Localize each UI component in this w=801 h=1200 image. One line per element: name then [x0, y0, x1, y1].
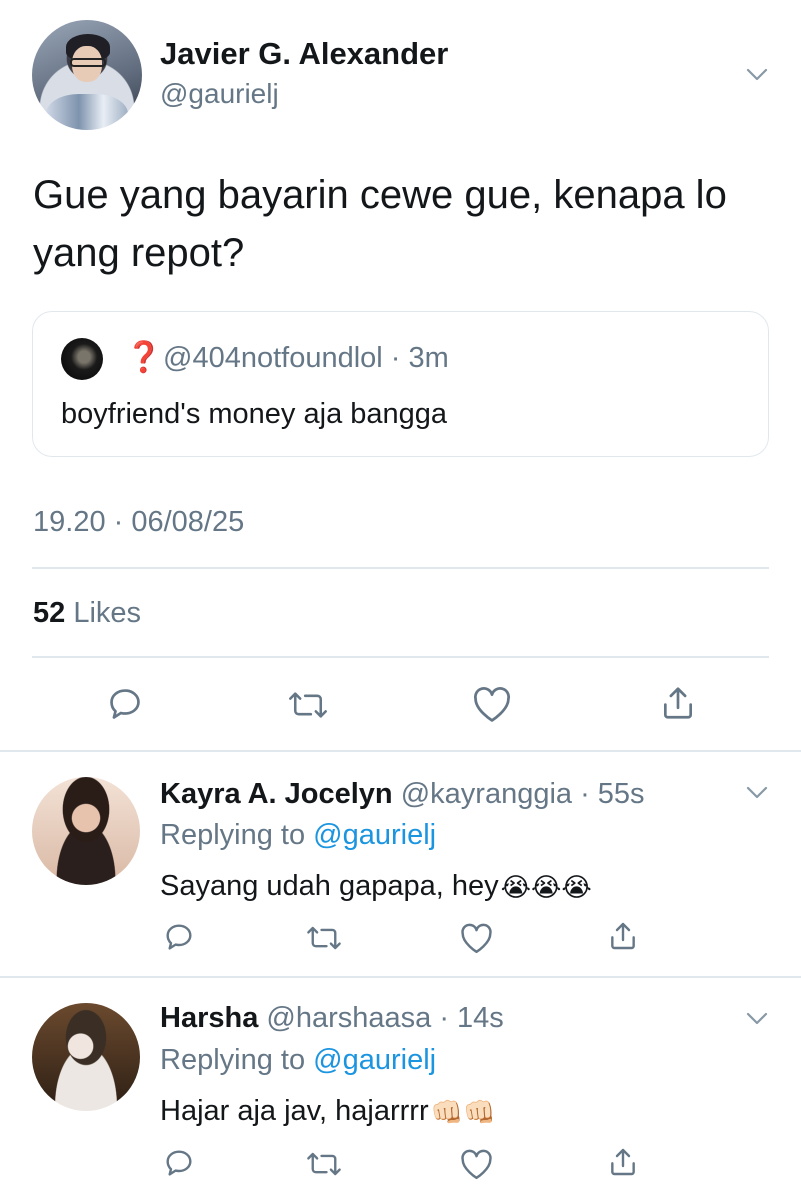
reply-text-line: Hajar aja jav, hajarrrr👊🏻👊🏻 — [160, 1095, 495, 1128]
tweet-timestamp: 19.20 · 06/08/25 — [33, 506, 245, 538]
replying-to: Replying to @gaurielj — [160, 819, 436, 852]
share-icon — [611, 1148, 635, 1176]
quote-text: boyfriend's money aja bangga — [61, 398, 448, 430]
likes-label: Likes — [73, 597, 142, 629]
retweet-icon — [307, 1152, 341, 1176]
share-button[interactable] — [606, 1144, 640, 1180]
like-button[interactable] — [470, 684, 514, 724]
reply-handle: @harshaasa · 14s — [266, 1002, 504, 1034]
replying-to-label: Replying to — [160, 1044, 306, 1076]
chevron-down-icon[interactable] — [746, 1012, 768, 1026]
crying-face-emoji: 😭😭😭 — [500, 872, 592, 903]
reply-icon — [110, 689, 140, 719]
reply-avatar[interactable] — [32, 777, 140, 885]
reply-button[interactable] — [162, 1146, 196, 1180]
retweet-icon — [307, 926, 341, 950]
reply-icon — [166, 1150, 192, 1176]
retweet-button[interactable] — [304, 922, 344, 954]
share-icon — [611, 922, 635, 950]
main-tweet: Javier G. Alexander @gaurielj Gue yang b… — [0, 0, 801, 750]
reply-icon — [166, 924, 192, 950]
replying-to-user[interactable]: @gaurielj — [313, 1044, 436, 1076]
retweet-button[interactable] — [284, 686, 332, 724]
share-icon — [663, 687, 693, 719]
reply-button[interactable] — [162, 920, 196, 954]
heart-icon — [474, 687, 510, 722]
retweet-icon — [289, 692, 327, 718]
retweet-button[interactable] — [304, 1148, 344, 1180]
like-button[interactable] — [458, 1148, 494, 1180]
quote-handle: @404notfoundlol · 3m — [163, 342, 449, 374]
reply-author-name: Harsha — [160, 1002, 259, 1034]
author-name[interactable]: Javier G. Alexander — [160, 36, 448, 72]
divider — [32, 567, 769, 569]
reply-text: Sayang udah gapapa, hey — [160, 870, 499, 902]
question-mark-icon: ❓ — [125, 341, 163, 374]
heart-icon — [460, 923, 492, 954]
divider — [32, 656, 769, 658]
reply-button[interactable] — [104, 684, 146, 724]
fist-emoji: 👊🏻👊🏻 — [430, 1097, 496, 1128]
likes-link[interactable]: 52 Likes — [33, 597, 141, 630]
author-avatar[interactable] — [32, 20, 142, 130]
replying-to-user[interactable]: @gaurielj — [313, 819, 436, 851]
quote-avatar — [61, 338, 103, 380]
reply-tweet[interactable]: Kayra A. Jocelyn @kayranggia · 55s Reply… — [0, 752, 801, 976]
quoted-tweet[interactable]: ❓ @404notfoundlol · 3m boyfriend's money… — [32, 311, 769, 457]
reply-avatar[interactable] — [32, 1003, 140, 1111]
reply-author[interactable]: Harsha @harshaasa · 14s — [160, 1002, 504, 1035]
likes-count: 52 — [33, 597, 66, 629]
share-button[interactable] — [658, 682, 698, 724]
tweet-text: Gue yang bayarin cewe gue, kenapa lo yan… — [33, 173, 727, 275]
chevron-down-icon[interactable] — [746, 68, 768, 82]
chevron-down-icon[interactable] — [746, 786, 768, 800]
like-button[interactable] — [458, 922, 494, 954]
share-button[interactable] — [606, 918, 640, 954]
reply-text-line: Sayang udah gapapa, hey😭😭😭 — [160, 870, 592, 903]
replying-to-label: Replying to — [160, 819, 306, 851]
reply-handle: @kayranggia · 55s — [400, 778, 645, 810]
reply-tweet[interactable]: Harsha @harshaasa · 14s Replying to @gau… — [0, 978, 801, 1200]
heart-icon — [460, 1149, 492, 1180]
replying-to: Replying to @gaurielj — [160, 1044, 436, 1077]
reply-author-name: Kayra A. Jocelyn — [160, 778, 393, 810]
reply-author[interactable]: Kayra A. Jocelyn @kayranggia · 55s — [160, 778, 645, 811]
author-handle[interactable]: @gaurielj — [160, 78, 279, 110]
reply-text: Hajar aja jav, hajarrrr — [160, 1095, 429, 1127]
